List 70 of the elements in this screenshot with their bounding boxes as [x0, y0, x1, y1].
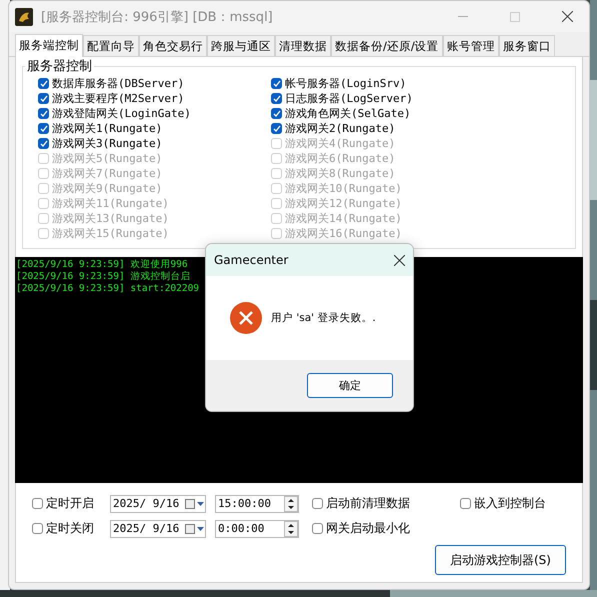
dialog-title: Gamecenter [214, 253, 288, 267]
checkbox[interactable] [312, 523, 323, 534]
service-label: 日志服务器(LogServer) [285, 91, 413, 106]
service-label: 游戏网关6(Rungate) [285, 151, 396, 166]
error-icon [230, 302, 262, 334]
log-line: [2025/9/16 9:23:59] start:202209 [16, 283, 200, 295]
service-label: 游戏网关15(Rungate) [52, 226, 169, 241]
tab[interactable]: 服务端控制 [15, 34, 83, 57]
close-icon[interactable] [562, 11, 572, 22]
service-label: 帐号服务器(LoginSrv) [285, 76, 406, 91]
tab[interactable]: 账号管理 [442, 35, 499, 56]
service-label: 游戏网关9(Rungate) [52, 181, 162, 196]
group-title: 服务器控制 [26, 58, 93, 75]
checkbox[interactable] [312, 498, 323, 509]
checkbox[interactable] [38, 78, 49, 89]
service-label: 游戏网关8(Rungate) [285, 166, 396, 181]
date-picker[interactable]: 2025/ 9/16 [110, 520, 206, 538]
checkbox-label: 定时开启 [46, 495, 94, 512]
service-label: 游戏主要程序(M2Server) [52, 91, 184, 106]
spin-arrows-icon [284, 520, 298, 536]
service-label: 游戏网关11(Rungate) [52, 196, 169, 211]
service-label: 数据库服务器(DBServer) [52, 76, 184, 91]
date-picker[interactable]: 2025/ 9/16 [110, 494, 206, 512]
service-label: 游戏网关2(Rungate) [285, 121, 396, 136]
service-label: 游戏网关4(Rungate) [285, 136, 396, 151]
checkbox[interactable] [32, 498, 43, 509]
window-title: [服务器控制台: 996引擎] [DB：mssql] [41, 8, 274, 26]
service-label: 游戏网关3(Rungate) [52, 136, 162, 151]
error-message: 用户 'sa' 登录失败。. [271, 311, 376, 325]
service-label: 游戏网关7(Rungate) [52, 166, 162, 181]
checkbox-label: 嵌入到控制台 [474, 495, 546, 512]
log-line: [2025/9/16 9:23:59] 游戏控制台启 [16, 271, 190, 283]
tab[interactable]: 角色交易行 [139, 35, 207, 56]
tab[interactable]: 数据备份/还原/设置 [331, 35, 443, 56]
checkbox[interactable] [38, 123, 49, 134]
checkbox[interactable] [460, 498, 471, 509]
checkbox-label: 启动前清理数据 [326, 495, 410, 512]
service-label: 游戏网关13(Rungate) [52, 211, 169, 226]
checkbox[interactable] [271, 78, 282, 89]
tab[interactable]: 服务窗口 [498, 35, 555, 56]
checkbox[interactable] [38, 108, 49, 119]
start-controller-button[interactable]: 启动游戏控制器(S) [435, 545, 566, 575]
checkbox[interactable] [38, 93, 49, 104]
service-label: 游戏网关1(Rungate) [52, 121, 162, 136]
tab[interactable]: 清理数据 [275, 35, 331, 56]
time-spinner[interactable]: 0:00:00 [215, 520, 299, 538]
checkbox[interactable] [32, 523, 43, 534]
service-label: 游戏网关10(Rungate) [285, 181, 402, 196]
tab[interactable]: 配置向导 [83, 35, 139, 56]
service-label: 游戏登陆网关(LoginGate) [52, 106, 191, 121]
minimize-icon[interactable] [458, 16, 468, 18]
calendar-dropdown-icon [185, 498, 205, 508]
service-label: 游戏网关14(Rungate) [285, 211, 402, 226]
checkbox-label: 网关启动最小化 [326, 520, 410, 537]
calendar-dropdown-icon [185, 524, 205, 534]
service-label: 游戏角色网关(SelGate) [285, 106, 411, 121]
close-icon[interactable] [394, 254, 405, 266]
checkbox[interactable] [38, 138, 49, 149]
service-label: 游戏网关16(Rungate) [285, 226, 402, 241]
log-line: [2025/9/16 9:23:59] 欢迎使用996 [16, 259, 188, 271]
ok-button[interactable]: 确定 [307, 373, 393, 398]
checkbox[interactable] [271, 123, 282, 134]
checkbox-label: 定时关闭 [46, 520, 94, 537]
service-label: 游戏网关5(Rungate) [52, 151, 162, 166]
checkbox[interactable] [271, 93, 282, 104]
service-label: 游戏网关12(Rungate) [285, 196, 402, 211]
spin-arrows-icon [284, 496, 298, 512]
time-spinner[interactable]: 15:00:00 [215, 494, 299, 512]
tab[interactable]: 跨服与通区 [207, 35, 275, 56]
checkbox[interactable] [271, 108, 282, 119]
